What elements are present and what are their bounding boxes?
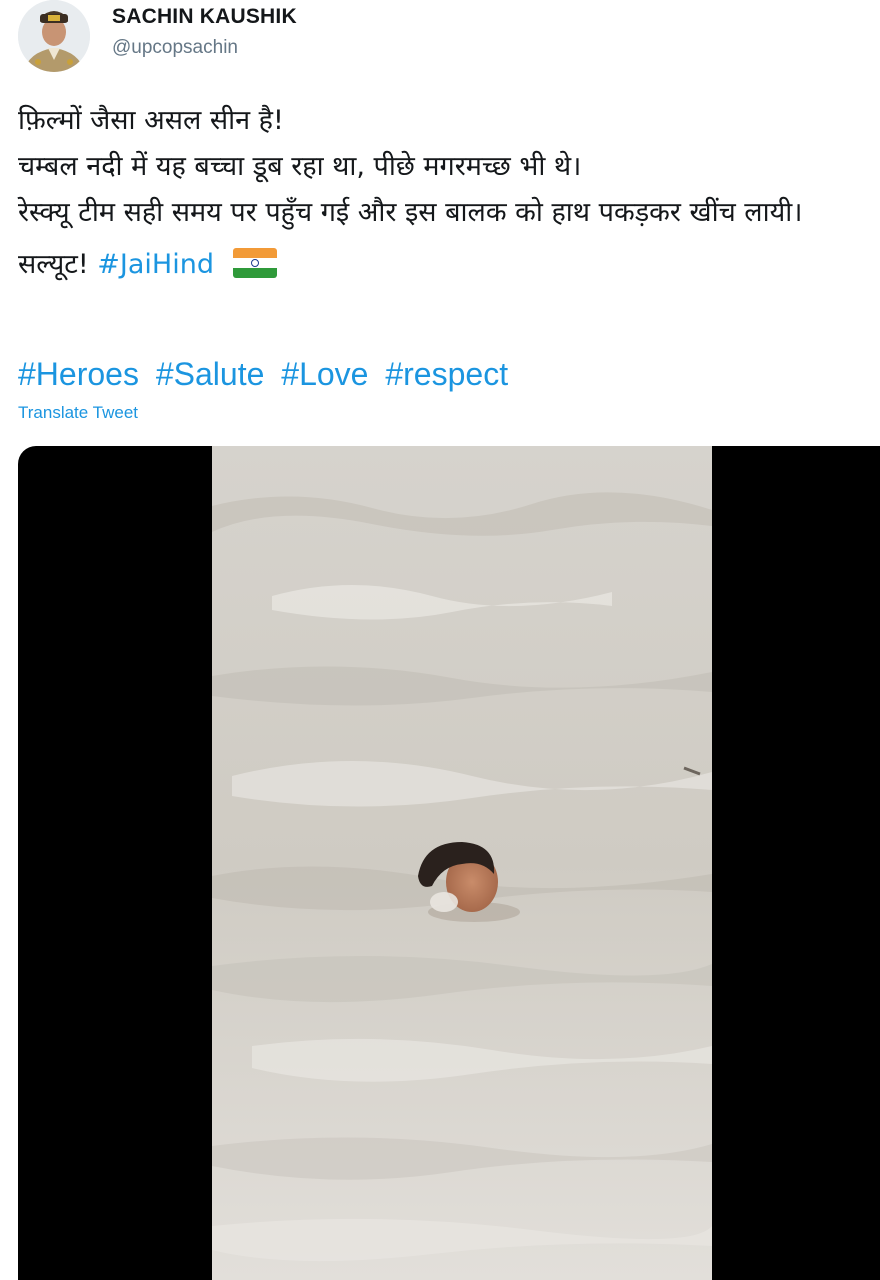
user-handle[interactable]: @upcopsachin bbox=[112, 36, 297, 60]
video-frame bbox=[212, 446, 712, 1280]
hashtag-respect[interactable]: #respect bbox=[385, 356, 508, 392]
india-flag-icon bbox=[232, 247, 277, 278]
tweet-salute-line: सल्यूट! #JaiHind bbox=[18, 242, 868, 288]
tweet-card: SACHIN KAUSHIK @upcopsachin फ़िल्मों जैस… bbox=[0, 0, 880, 1280]
avatar-image bbox=[18, 0, 90, 72]
tweet-line-2: चम्बल नदी में यह बच्चा डूब रहा था, पीछे … bbox=[18, 151, 582, 182]
avatar[interactable] bbox=[18, 0, 90, 72]
video-still-image bbox=[212, 446, 712, 1280]
hashtag-love[interactable]: #Love bbox=[281, 356, 368, 392]
hashtag-salute[interactable]: #Salute bbox=[156, 356, 265, 392]
video-player[interactable] bbox=[18, 446, 880, 1280]
display-name[interactable]: SACHIN KAUSHIK bbox=[112, 4, 297, 30]
tweet-line-3: रेस्क्यू टीम सही समय पर पहुँच गई और इस ब… bbox=[18, 197, 803, 228]
hashtag-jaihind[interactable]: #JaiHind bbox=[97, 249, 214, 280]
tweet-header: SACHIN KAUSHIK @upcopsachin bbox=[18, 0, 618, 80]
salute-text: सल्यूट! bbox=[18, 249, 89, 280]
translate-tweet-link[interactable]: Translate Tweet bbox=[18, 401, 138, 425]
hashtag-heroes[interactable]: #Heroes bbox=[18, 356, 139, 392]
hashtag-line: #Heroes #Salute #Love #respect bbox=[18, 352, 516, 396]
tweet-text: फ़िल्मों जैसा असल सीन है! चम्बल नदी में … bbox=[18, 98, 868, 288]
user-block: SACHIN KAUSHIK @upcopsachin bbox=[112, 4, 297, 60]
tweet-line-1: फ़िल्मों जैसा असल सीन है! bbox=[18, 105, 284, 136]
